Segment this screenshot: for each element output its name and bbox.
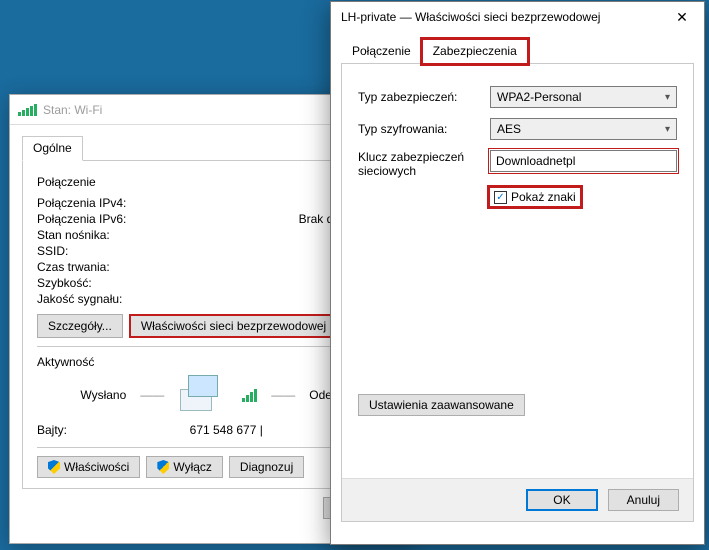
network-key-input[interactable] xyxy=(490,150,677,172)
checkbox-checked-icon: ✓ xyxy=(494,191,507,204)
wifi-signal-icon xyxy=(18,104,37,116)
security-type-select[interactable]: WPA2-Personal ▾ xyxy=(490,86,677,108)
tab-connection[interactable]: Połączenie xyxy=(341,39,422,64)
show-characters-checkbox[interactable]: ✓ Pokaż znaki xyxy=(490,188,580,206)
disable-button[interactable]: Wyłącz xyxy=(146,456,223,478)
diagnose-button[interactable]: Diagnozuj xyxy=(229,456,304,478)
props-titlebar[interactable]: LH-private — Właściwości sieci bezprzewo… xyxy=(331,2,704,32)
chevron-down-icon: ▾ xyxy=(665,92,670,103)
shield-icon xyxy=(157,460,169,474)
computer-icon xyxy=(178,375,228,415)
props-tabs: Połączenie Zabezpieczenia xyxy=(341,38,694,64)
close-icon[interactable]: ✕ xyxy=(660,2,704,32)
sent-label: Wysłano xyxy=(80,388,126,402)
wireless-properties-window: LH-private — Właściwości sieci bezprzewo… xyxy=(330,1,705,545)
shield-icon xyxy=(48,460,60,474)
wireless-properties-button[interactable]: Właściwości sieci bezprzewodowej xyxy=(129,314,338,338)
tab-general[interactable]: Ogólne xyxy=(22,136,83,161)
tab-security[interactable]: Zabezpieczenia xyxy=(422,39,528,64)
encryption-type-select[interactable]: AES ▾ xyxy=(490,118,677,140)
status-title: Stan: Wi-Fi xyxy=(43,103,102,117)
encryption-type-label: Typ szyfrowania: xyxy=(358,122,490,136)
props-footer: OK Anuluj xyxy=(342,478,693,521)
properties-button[interactable]: Właściwości xyxy=(37,456,140,478)
chevron-down-icon: ▾ xyxy=(665,124,670,135)
network-key-label: Klucz zabezpieczeń sieciowych xyxy=(358,150,490,178)
ok-button[interactable]: OK xyxy=(526,489,597,511)
advanced-settings-button[interactable]: Ustawienia zaawansowane xyxy=(358,394,525,416)
signal-icon xyxy=(242,389,257,402)
security-type-label: Typ zabezpieczeń: xyxy=(358,90,490,104)
cancel-button[interactable]: Anuluj xyxy=(608,489,679,511)
props-title: LH-private — Właściwości sieci bezprzewo… xyxy=(341,10,600,24)
details-button[interactable]: Szczegóły... xyxy=(37,314,123,338)
